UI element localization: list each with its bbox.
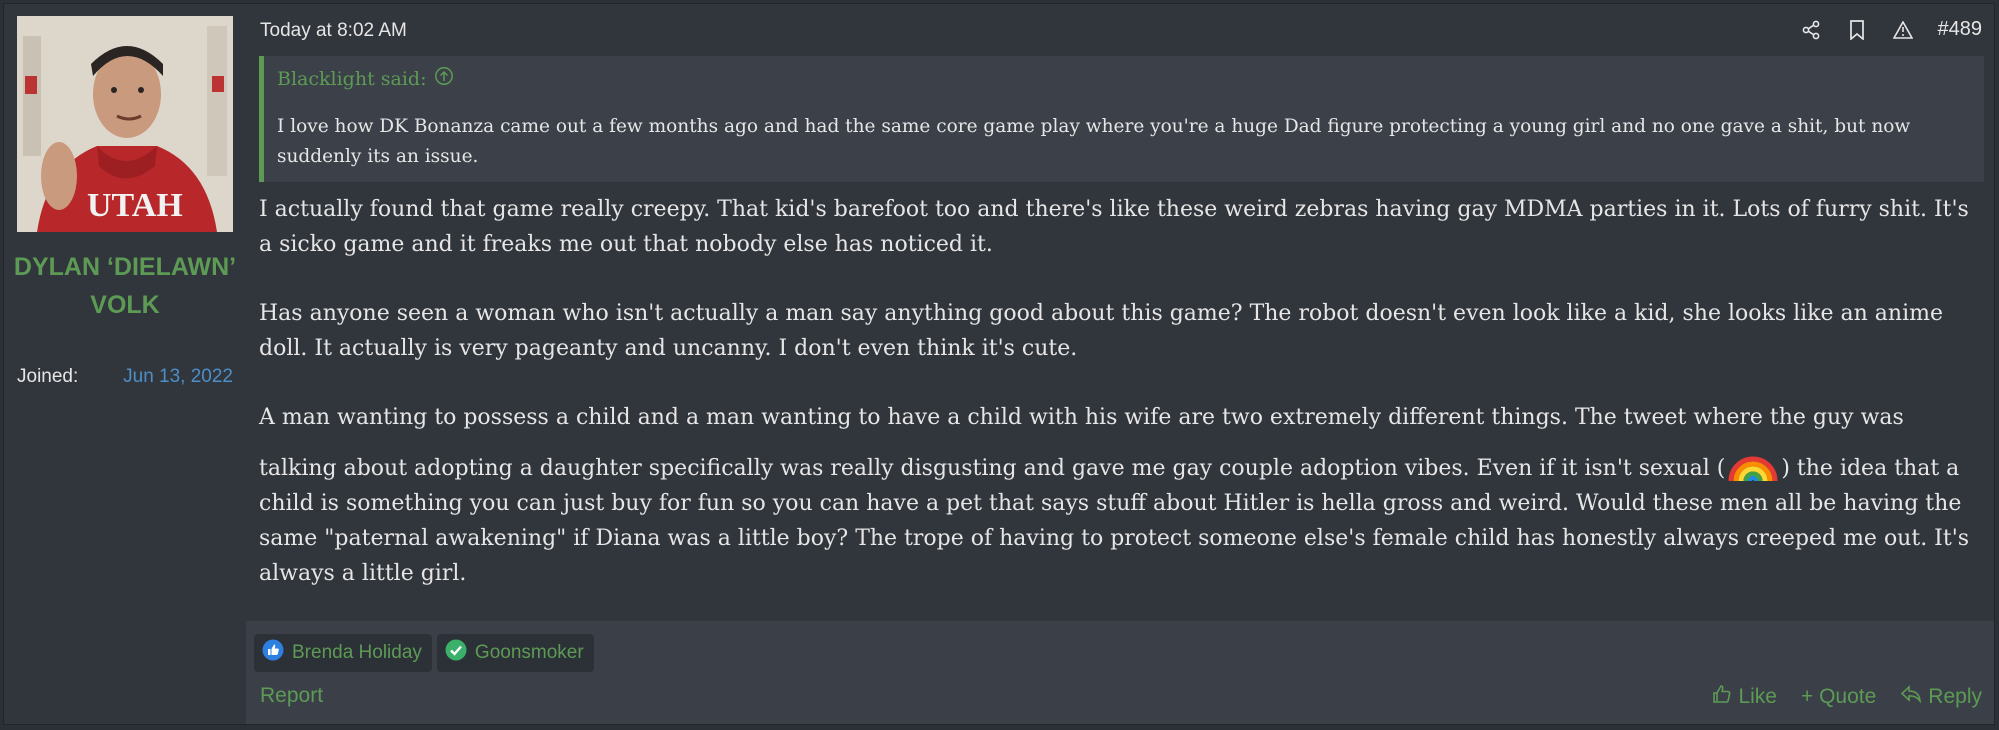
svg-text:UTAH: UTAH <box>87 187 183 224</box>
post-number[interactable]: #489 <box>1938 18 1983 41</box>
reply-icon <box>1900 685 1922 709</box>
joined-date: Jun 13, 2022 <box>123 366 233 387</box>
reaction-item[interactable]: Goonsmoker <box>436 634 594 672</box>
quote-button[interactable]: + Quote <box>1801 684 1876 710</box>
warning-icon[interactable] <box>1892 19 1914 41</box>
quote-block: Blacklight said: I love how DK Bonanza c… <box>259 56 1984 182</box>
post-footer: Report Like + Quote Reply <box>254 684 1982 714</box>
paragraph-text: A man wanting to possess a child and a m… <box>259 405 1904 481</box>
like-button[interactable]: Like <box>1712 684 1777 710</box>
arrow-up-circle-icon[interactable] <box>434 66 454 91</box>
reaction-user[interactable]: Goonsmoker <box>475 642 584 664</box>
thumbs-up-icon <box>262 639 284 667</box>
like-label: Like <box>1738 685 1777 708</box>
forum-post: UTAH DYLAN ‘DIELAWN’ VOLK Joined: Jun 13… <box>3 3 1995 725</box>
quote-label: + Quote <box>1800 685 1877 708</box>
reply-label: Reply <box>1928 685 1982 708</box>
post-actions-bottom: Like + Quote Reply <box>1712 684 1982 710</box>
post-actions-top: #489 <box>1800 18 1983 41</box>
username[interactable]: DYLAN ‘DIELAWN’ VOLK <box>4 248 246 324</box>
quote-author[interactable]: Blacklight said: <box>277 68 426 90</box>
bookmark-icon[interactable] <box>1846 19 1868 41</box>
post-paragraph: A man wanting to possess a child and a m… <box>259 400 1972 591</box>
user-info-column: UTAH DYLAN ‘DIELAWN’ VOLK Joined: Jun 13… <box>4 4 246 724</box>
reply-button[interactable]: Reply <box>1900 684 1982 710</box>
checkmark-icon <box>445 639 467 667</box>
quote-text: I love how DK Bonanza came out a few mon… <box>277 116 1911 167</box>
thumbs-up-outline-icon <box>1712 684 1732 710</box>
reaction-user[interactable]: Brenda Holiday <box>292 642 422 664</box>
joined-label: Joined: <box>17 366 79 387</box>
quote-header[interactable]: Blacklight said: <box>277 66 454 91</box>
rainbow-emoji <box>1728 435 1778 482</box>
report-link[interactable]: Report <box>260 684 323 708</box>
post-date[interactable]: Today at 8:02 AM <box>260 20 407 42</box>
message-area: Today at 8:02 AM #489 Blacklight said: I… <box>246 4 1994 621</box>
post-paragraph: I actually found that game really creepy… <box>259 197 1969 257</box>
reactions-bar: Brenda Holiday Goonsmoker <box>254 634 594 672</box>
reaction-item[interactable]: Brenda Holiday <box>254 634 432 672</box>
post-paragraph: Has anyone seen a woman who isn't actual… <box>259 301 1944 361</box>
post-body: I actually found that game really creepy… <box>259 192 1972 591</box>
avatar[interactable]: UTAH <box>17 16 233 232</box>
share-icon[interactable] <box>1800 19 1822 41</box>
